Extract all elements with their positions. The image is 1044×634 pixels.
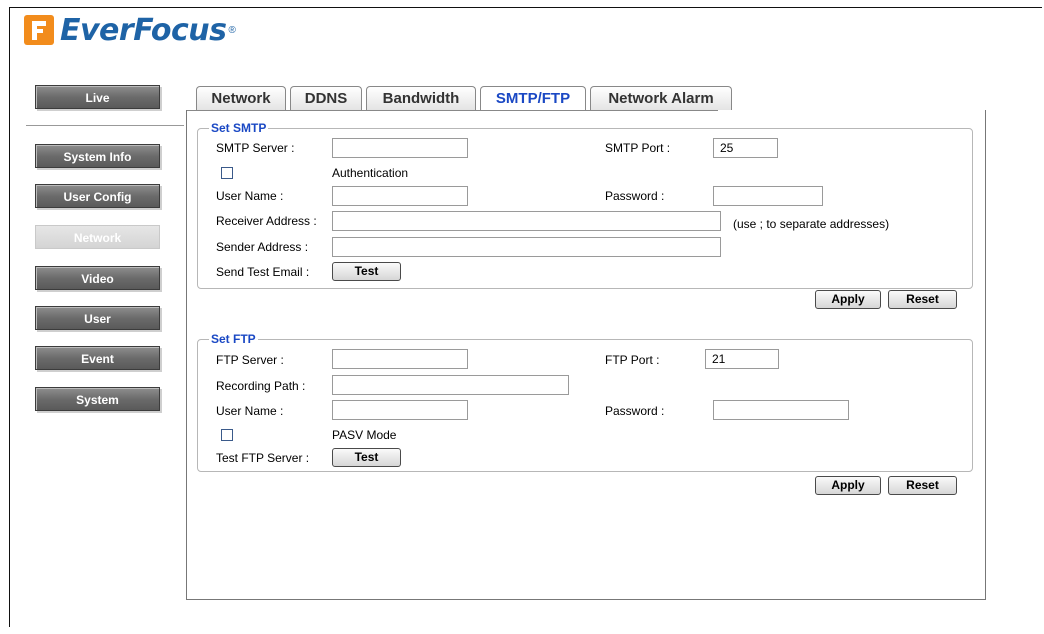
recording-path-input[interactable] [332, 375, 569, 395]
ftp-password-label: Password : [605, 404, 665, 418]
everfocus-logo-icon [24, 15, 54, 45]
registered-mark: ® [228, 24, 236, 36]
smtp-reset-button[interactable]: Reset [888, 290, 957, 309]
ftp-server-input[interactable] [332, 349, 468, 369]
receiver-address-label: Receiver Address : [216, 214, 317, 228]
ftp-server-label: FTP Server : [216, 353, 284, 367]
smtp-username-input[interactable] [332, 186, 468, 206]
smtp-test-button[interactable]: Test [332, 262, 401, 281]
ftp-port-label: FTP Port : [605, 353, 660, 367]
ftp-apply-button[interactable]: Apply [815, 476, 881, 495]
tab-smtp-ftp[interactable]: SMTP/FTP [480, 86, 586, 110]
smtp-apply-button[interactable]: Apply [815, 290, 881, 309]
tab-network-alarm[interactable]: Network Alarm [590, 86, 732, 110]
smtp-port-input[interactable] [713, 138, 778, 158]
tab-network[interactable]: Network [196, 86, 286, 110]
test-ftp-server-label: Test FTP Server : [216, 451, 310, 465]
smtp-password-input[interactable] [713, 186, 823, 206]
recording-path-label: Recording Path : [216, 379, 306, 393]
smtp-server-input[interactable] [332, 138, 468, 158]
nav-network-button[interactable]: Network [35, 225, 160, 249]
nav-live-button[interactable]: Live [35, 85, 160, 109]
receiver-address-hint: (use ; to separate addresses) [733, 217, 890, 231]
smtp-port-label: SMTP Port : [605, 141, 671, 155]
ftp-test-button[interactable]: Test [332, 448, 401, 467]
nav-event-button[interactable]: Event [35, 346, 160, 370]
authentication-label: Authentication [332, 166, 409, 180]
sender-address-input[interactable] [332, 237, 721, 257]
tab-ddns[interactable]: DDNS [290, 86, 362, 110]
sender-address-label: Sender Address : [216, 240, 309, 254]
brand-name: EverFocus [60, 12, 227, 48]
receiver-address-input[interactable] [332, 211, 721, 231]
ftp-legend: Set FTP [211, 332, 256, 346]
send-test-email-label: Send Test Email : [216, 265, 310, 279]
ftp-username-label: User Name : [216, 404, 284, 418]
nav-user-config-button[interactable]: User Config [35, 184, 160, 208]
pasv-mode-checkbox[interactable] [221, 429, 233, 441]
ftp-group: Set FTP [197, 332, 973, 472]
nav-video-button[interactable]: Video [35, 266, 160, 290]
smtp-server-label: SMTP Server : [216, 141, 295, 155]
smtp-legend: Set SMTP [211, 121, 267, 135]
tab-bandwidth[interactable]: Bandwidth [366, 86, 476, 110]
ftp-reset-button[interactable]: Reset [888, 476, 957, 495]
pasv-mode-label: PASV Mode [332, 428, 397, 442]
smtp-username-label: User Name : [216, 189, 284, 203]
ftp-username-input[interactable] [332, 400, 468, 420]
smtp-group: Set SMTP [197, 121, 973, 289]
ftp-password-input[interactable] [713, 400, 849, 420]
ftp-port-input[interactable] [705, 349, 779, 369]
nav-system-button[interactable]: System [35, 387, 160, 411]
everfocus-logo: EverFocus ® [24, 12, 236, 48]
nav-user-button[interactable]: User [35, 306, 160, 330]
smtp-password-label: Password : [605, 189, 665, 203]
authentication-checkbox[interactable] [221, 167, 233, 179]
nav-system-info-button[interactable]: System Info [35, 144, 160, 168]
nav-divider [26, 125, 184, 126]
